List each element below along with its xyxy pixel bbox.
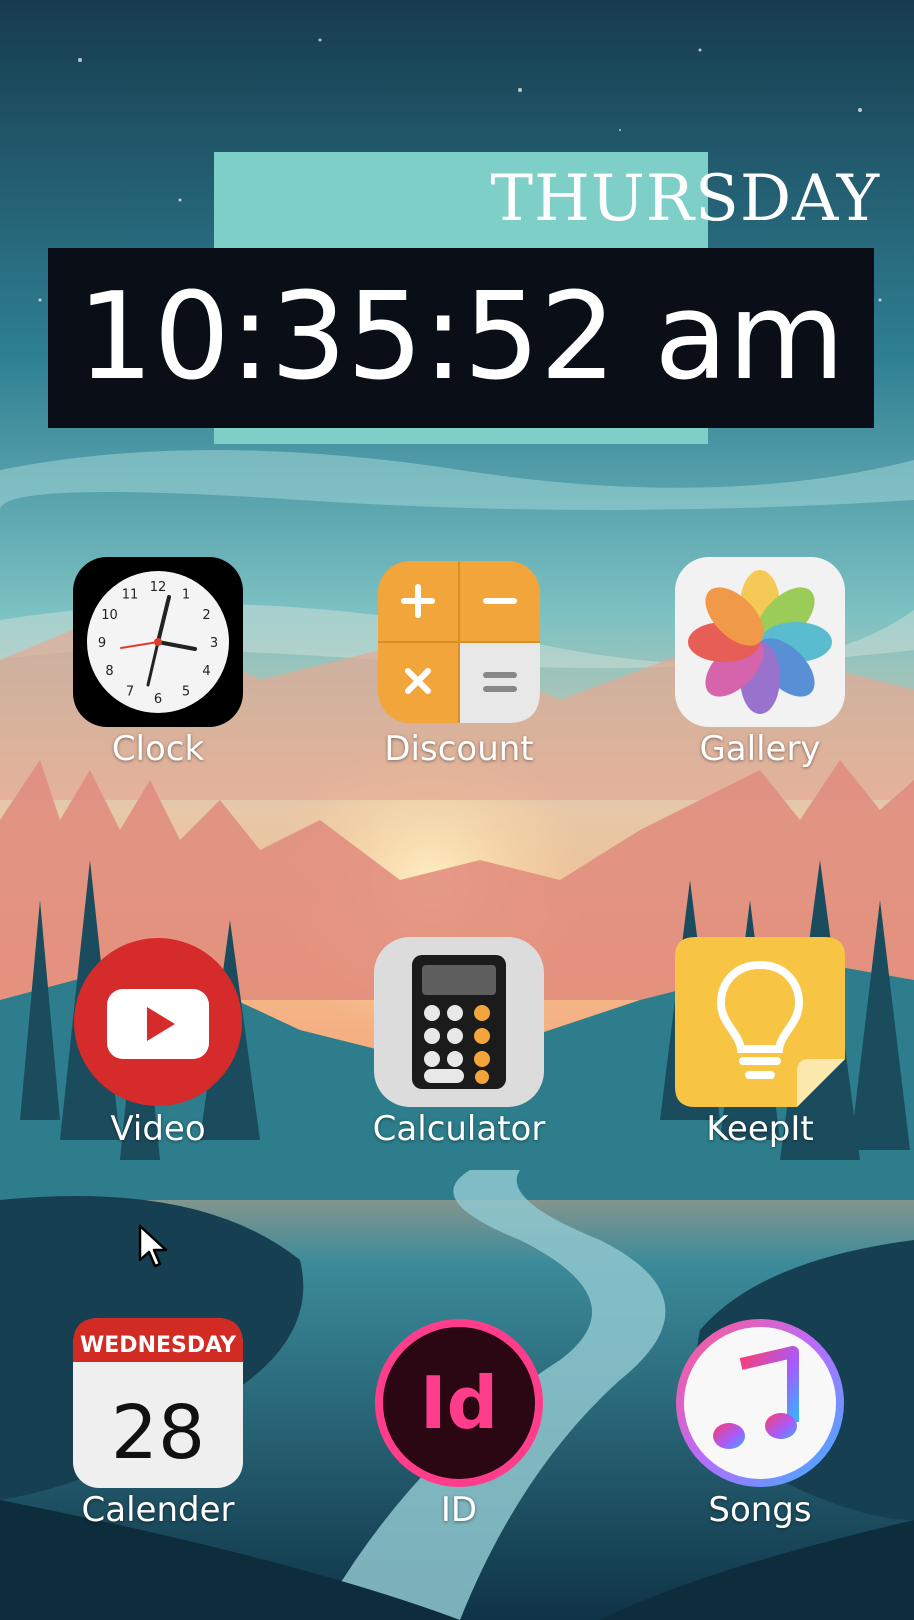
clock-numeral: 8 [105,664,113,679]
mouse-pointer-icon [138,1224,168,1268]
clock-numeral: 1 [182,588,190,603]
app-keepit[interactable]: KeepIt [640,937,850,1197]
app-label: KeepIt [706,1109,814,1149]
indesign-glyph: Id [420,1361,498,1445]
app-gallery[interactable]: Gallery [640,557,850,817]
clock-numeral: 7 [126,685,134,700]
clock-numeral: 2 [202,608,210,623]
gallery-icon [675,557,845,727]
current-time: 10:35:52 am [77,268,845,407]
calendar-icon: WEDNESDAY 28 [73,1318,243,1488]
app-discount[interactable]: Discount [339,557,549,817]
clock-numeral: 10 [101,608,118,623]
calendar-weekday: WEDNESDAY [80,1333,237,1358]
app-label: Calculator [372,1109,546,1149]
clock-numeral: 11 [122,588,139,603]
calculator-icon [374,937,544,1107]
app-label: Songs [708,1490,812,1530]
clock-numeral: 12 [150,580,167,595]
home-screen: THURSDAY 10:35:52 am 12 1 2 3 4 5 6 7 8 9 10 11 Clo… [0,0,914,1620]
app-video[interactable]: Video [38,937,248,1197]
clock-numeral: 6 [154,692,162,707]
app-label: Calender [81,1490,235,1530]
music-note-icon [675,1318,845,1488]
day-of-week: THURSDAY [490,162,880,236]
clock-numeral: 4 [202,664,210,679]
app-calculator[interactable]: Calculator [339,937,549,1197]
app-songs[interactable]: Songs [640,1318,850,1578]
clock-numeral: 5 [182,685,190,700]
clock-numeral: 9 [98,636,106,651]
video-play-icon [73,937,243,1107]
app-id[interactable]: Id ID [339,1318,549,1578]
indesign-icon: Id [374,1318,544,1488]
clock-icon: 12 1 2 3 4 5 6 7 8 9 10 11 [73,557,243,727]
app-calender[interactable]: WEDNESDAY 28 Calender [38,1318,248,1578]
app-clock[interactable]: 12 1 2 3 4 5 6 7 8 9 10 11 Clock [38,557,248,817]
app-label: Gallery [699,729,821,769]
app-label: Video [110,1109,206,1149]
clock-widget: 10:35:52 am [48,248,874,428]
discount-calculator-icon [374,557,544,727]
app-label: Discount [384,729,534,769]
clock-numeral: 3 [210,636,218,651]
calendar-date: 28 [111,1390,205,1476]
lightbulb-note-icon [675,937,845,1107]
app-label: Clock [111,729,205,769]
app-label: ID [440,1490,478,1530]
